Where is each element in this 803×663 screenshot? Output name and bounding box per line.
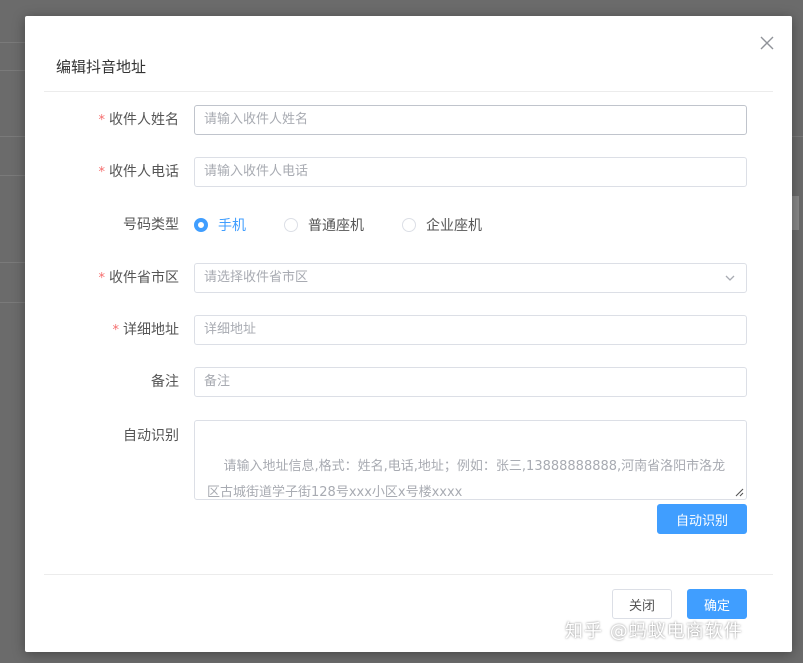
radio-dot-icon [194,218,208,232]
region-select-placeholder: 请选择收件省市区 [204,270,309,285]
phone-label-text: 收件人电话 [109,164,179,180]
region-select[interactable]: 请选择收件省市区 [194,263,747,293]
required-asterisk: * [112,323,120,338]
form-row-region: * 收件省市区 请选择收件省市区 [25,262,792,294]
radio-label: 普通座机 [308,218,364,234]
name-input[interactable]: 请输入收件人姓名 [194,105,747,135]
dialog-title: 编辑抖音地址 [56,58,147,76]
footer-divider [44,574,773,575]
required-asterisk: * [98,165,106,180]
chevron-down-icon [725,275,735,281]
form-row-address: * 详细地址 详细地址 [25,314,792,346]
required-asterisk: * [98,271,106,286]
name-label: * 收件人姓名 [99,104,180,136]
name-label-text: 收件人姓名 [109,112,179,128]
form-row-phone-type: 号码类型 手机 普通座机 企业座机 [25,209,792,241]
background-scroll-tab [791,196,799,230]
radio-mobile[interactable]: 手机 [194,215,246,235]
auto-recognize-label: 自动识别 [123,428,179,444]
confirm-button[interactable]: 确定 [687,589,747,619]
phone-label: * 收件人电话 [99,156,180,188]
radio-dot-icon [284,218,298,232]
radio-landline[interactable]: 普通座机 [284,215,364,235]
form-row-phone: * 收件人电话 请输入收件人电话 [25,156,792,188]
radio-dot-icon [402,218,416,232]
phone-type-radio-group: 手机 普通座机 企业座机 [194,209,520,241]
address-label: * 详细地址 [113,314,180,346]
required-asterisk: * [98,113,106,128]
radio-label: 企业座机 [426,218,482,234]
remark-label: 备注 [151,374,179,390]
address-label-text: 详细地址 [123,322,179,338]
close-button[interactable]: 关闭 [612,589,672,619]
region-label-text: 收件省市区 [109,270,179,286]
watermark-text: 知乎 @蚂蚁电商软件 [565,621,743,642]
radio-label: 手机 [218,218,246,234]
close-icon[interactable] [756,32,778,54]
phone-type-label: 号码类型 [123,217,179,233]
radio-enterprise-landline[interactable]: 企业座机 [402,215,482,235]
form-row-remark: 备注 备注 [25,366,792,398]
phone-input[interactable]: 请输入收件人电话 [194,157,747,187]
header-divider [44,91,773,92]
resize-handle-icon[interactable] [735,488,744,497]
address-input[interactable]: 详细地址 [194,315,747,345]
auto-recognize-placeholder: 请输入地址信息,格式：姓名,电话,地址；例如：张三,13888888888,河南… [207,459,726,500]
auto-recognize-button[interactable]: 自动识别 [657,504,747,534]
region-label: * 收件省市区 [99,262,180,294]
auto-recognize-textarea[interactable]: 请输入地址信息,格式：姓名,电话,地址；例如：张三,13888888888,河南… [194,420,747,500]
form-row-name: * 收件人姓名 请输入收件人姓名 [25,104,792,136]
remark-input[interactable]: 备注 [194,367,747,397]
edit-address-dialog: 编辑抖音地址 * 收件人姓名 请输入收件人姓名 * 收件人电话 请输入收件人电话 号… [25,16,792,652]
